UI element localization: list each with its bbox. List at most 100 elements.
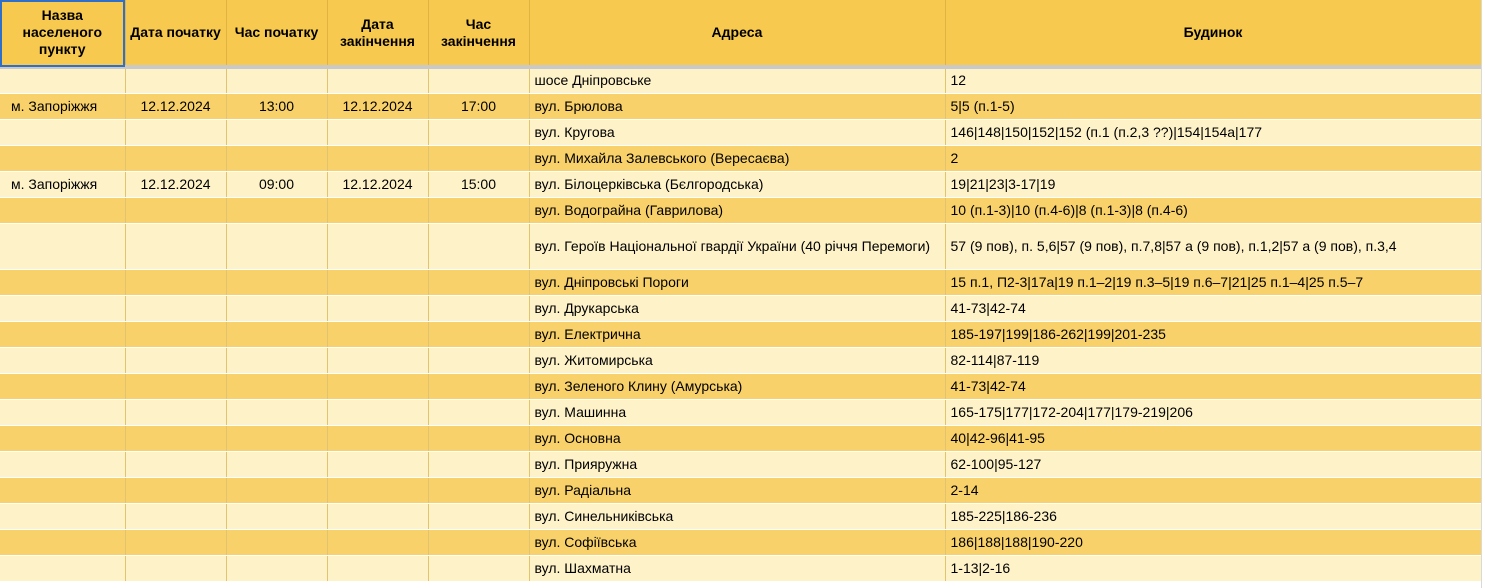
cell-end-date[interactable] [327, 373, 429, 400]
cell-end-time[interactable] [428, 67, 530, 94]
cell-end-date[interactable] [327, 399, 429, 426]
cell-end-time[interactable] [428, 347, 530, 374]
cell-end-time[interactable] [428, 477, 530, 504]
cell-end-date[interactable] [327, 197, 429, 224]
cell-address[interactable]: вул. Електрична [529, 321, 946, 348]
cell-start-time[interactable] [226, 529, 328, 556]
cell-start-time[interactable] [226, 145, 328, 172]
cell-house[interactable]: 40|42-96|41-95 [945, 425, 1482, 452]
cell-end-date[interactable] [327, 223, 429, 270]
cell-town[interactable] [0, 145, 126, 172]
cell-start-time[interactable] [226, 503, 328, 530]
cell-start-time[interactable] [226, 269, 328, 296]
cell-end-date[interactable] [327, 321, 429, 348]
cell-start-date[interactable] [125, 503, 227, 530]
cell-start-date[interactable] [125, 295, 227, 322]
cell-end-time[interactable] [428, 295, 530, 322]
cell-end-time[interactable]: 17:00 [428, 93, 530, 120]
cell-start-date[interactable] [125, 373, 227, 400]
cell-start-date[interactable] [125, 529, 227, 556]
cell-start-time[interactable]: 09:00 [226, 171, 328, 198]
cell-address[interactable]: шосе Дніпровське [529, 67, 946, 94]
cell-end-date[interactable] [327, 269, 429, 296]
cell-start-time[interactable] [226, 295, 328, 322]
cell-end-time[interactable] [428, 373, 530, 400]
cell-house[interactable]: 41-73|42-74 [945, 295, 1482, 322]
cell-start-date[interactable] [125, 555, 227, 582]
cell-address[interactable]: вул. Михайла Залевського (Вересаєва) [529, 145, 946, 172]
cell-end-time[interactable] [428, 399, 530, 426]
cell-house[interactable]: 5|5 (п.1-5) [945, 93, 1482, 120]
cell-house[interactable]: 57 (9 пов), п. 5,6|57 (9 пов), п.7,8|57 … [945, 223, 1482, 270]
cell-address[interactable]: вул. Шахматна [529, 555, 946, 582]
cell-house[interactable]: 185-225|186-236 [945, 503, 1482, 530]
cell-town[interactable] [0, 119, 126, 146]
cell-start-date[interactable] [125, 145, 227, 172]
cell-start-time[interactable] [226, 555, 328, 582]
cell-town[interactable] [0, 223, 126, 270]
cell-start-date[interactable]: 12.12.2024 [125, 171, 227, 198]
cell-end-date[interactable] [327, 477, 429, 504]
cell-start-date[interactable]: 12.12.2024 [125, 93, 227, 120]
cell-house[interactable]: 62-100|95-127 [945, 451, 1482, 478]
cell-address[interactable]: вул. Брюлова [529, 93, 946, 120]
cell-house[interactable]: 12 [945, 67, 1482, 94]
cell-start-date[interactable] [125, 347, 227, 374]
cell-town[interactable] [0, 451, 126, 478]
cell-start-time[interactable] [226, 119, 328, 146]
header-address[interactable]: Адреса [529, 0, 946, 69]
cell-town[interactable] [0, 529, 126, 556]
cell-house[interactable]: 185-197|199|186-262|199|201-235 [945, 321, 1482, 348]
cell-address[interactable]: вул. Основна [529, 425, 946, 452]
cell-end-date[interactable] [327, 555, 429, 582]
cell-address[interactable]: вул. Дніпровські Пороги [529, 269, 946, 296]
cell-address[interactable]: вул. Прияружна [529, 451, 946, 478]
cell-start-date[interactable] [125, 425, 227, 452]
cell-end-date[interactable] [327, 119, 429, 146]
cell-house[interactable]: 2-14 [945, 477, 1482, 504]
cell-end-date[interactable] [327, 529, 429, 556]
cell-start-date[interactable] [125, 119, 227, 146]
cell-end-date[interactable]: 12.12.2024 [327, 93, 429, 120]
cell-start-time[interactable]: 13:00 [226, 93, 328, 120]
cell-address[interactable]: вул. Радіальна [529, 477, 946, 504]
cell-end-time[interactable] [428, 529, 530, 556]
cell-start-time[interactable] [226, 399, 328, 426]
cell-address[interactable]: вул. Зеленого Клину (Амурська) [529, 373, 946, 400]
header-end-date[interactable]: Дата закінчення [327, 0, 429, 69]
cell-end-time[interactable]: 15:00 [428, 171, 530, 198]
cell-town[interactable] [0, 197, 126, 224]
cell-end-date[interactable] [327, 145, 429, 172]
cell-end-time[interactable] [428, 119, 530, 146]
cell-start-time[interactable] [226, 67, 328, 94]
cell-end-date[interactable] [327, 347, 429, 374]
cell-town[interactable] [0, 373, 126, 400]
cell-house[interactable]: 165-175|177|172-204|177|179-219|206 [945, 399, 1482, 426]
cell-start-date[interactable] [125, 197, 227, 224]
header-house[interactable]: Будинок [945, 0, 1482, 69]
cell-end-time[interactable] [428, 451, 530, 478]
cell-end-date[interactable]: 12.12.2024 [327, 171, 429, 198]
cell-start-time[interactable] [226, 477, 328, 504]
cell-town[interactable]: м. Запоріжжя [0, 93, 126, 120]
cell-town[interactable] [0, 295, 126, 322]
cell-start-date[interactable] [125, 321, 227, 348]
cell-end-time[interactable] [428, 555, 530, 582]
cell-start-date[interactable] [125, 451, 227, 478]
cell-address[interactable]: вул. Синельниківська [529, 503, 946, 530]
cell-start-time[interactable] [226, 373, 328, 400]
cell-end-time[interactable] [428, 145, 530, 172]
cell-end-date[interactable] [327, 295, 429, 322]
cell-start-date[interactable] [125, 223, 227, 270]
cell-address[interactable]: вул. Друкарська [529, 295, 946, 322]
cell-town[interactable]: м. Запоріжжя [0, 171, 126, 198]
cell-end-time[interactable] [428, 223, 530, 270]
header-end-time[interactable]: Час закінчення [428, 0, 530, 69]
cell-house[interactable]: 41-73|42-74 [945, 373, 1482, 400]
cell-start-date[interactable] [125, 269, 227, 296]
cell-town[interactable] [0, 503, 126, 530]
cell-town[interactable] [0, 347, 126, 374]
cell-address[interactable]: вул. Кругова [529, 119, 946, 146]
cell-start-date[interactable] [125, 399, 227, 426]
cell-house[interactable]: 1-13|2-16 [945, 555, 1482, 582]
